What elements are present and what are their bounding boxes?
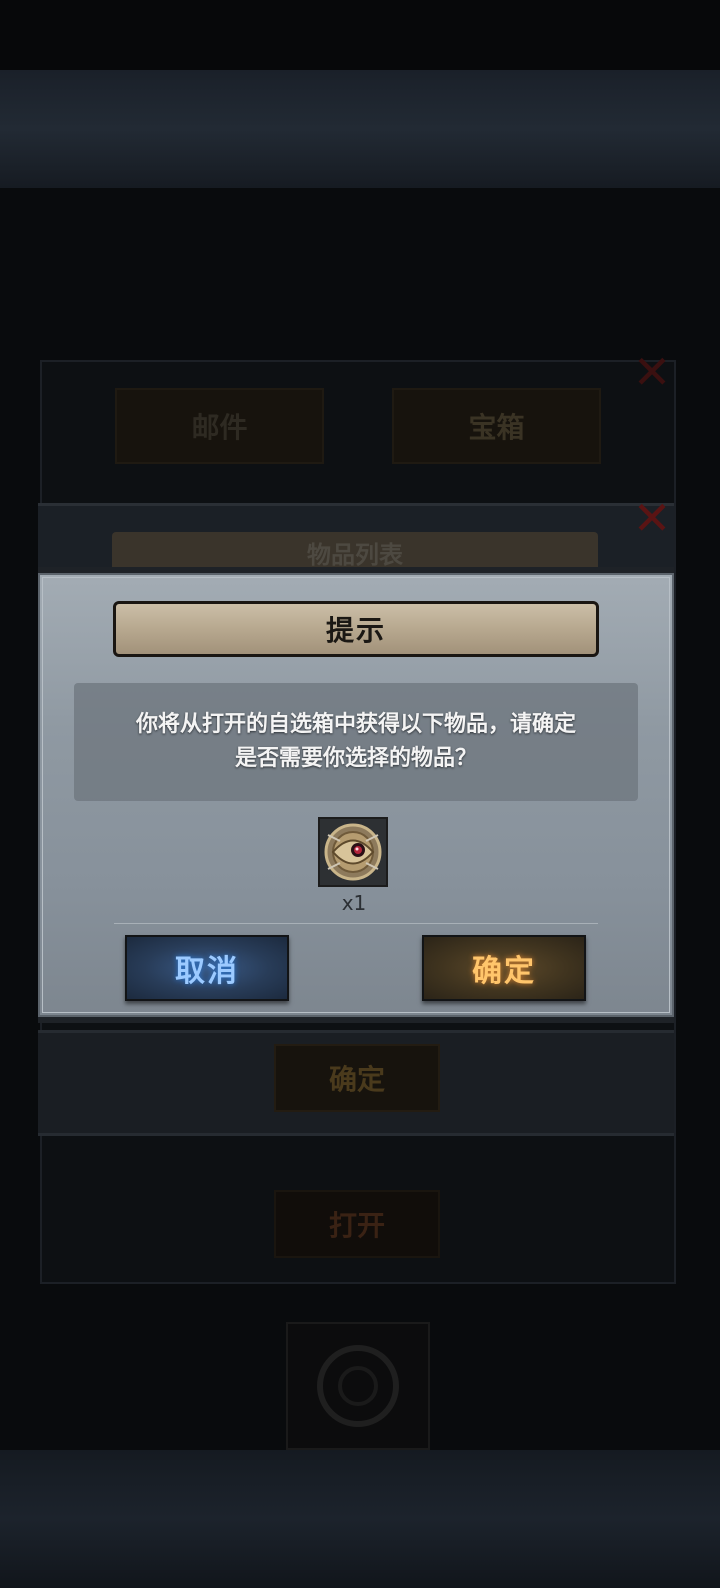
reward-item-slot[interactable] bbox=[318, 817, 388, 887]
chest-icon bbox=[286, 1322, 430, 1450]
item-list-close-icon: ✕ bbox=[632, 491, 672, 545]
dialog-divider bbox=[114, 923, 598, 924]
background-confirm-button: 确定 bbox=[274, 1044, 440, 1112]
cancel-button[interactable]: 取消 bbox=[125, 935, 289, 1001]
dialog-message-line-2: 是否需要你选择的物品？ bbox=[234, 746, 477, 771]
ornate-shield-icon bbox=[320, 819, 386, 885]
dialog-message-box: 你将从打开的自选箱中获得以下物品，请确定 是否需要你选择的物品？ bbox=[74, 683, 638, 801]
bottom-band bbox=[0, 1450, 720, 1588]
dialog-title: 提示 bbox=[325, 614, 386, 647]
dialog-message-line-1: 你将从打开的自选箱中获得以下物品，请确定 bbox=[135, 712, 576, 737]
dialog-title-banner: 提示 bbox=[113, 601, 599, 657]
reward-item-count: x1 bbox=[341, 891, 367, 915]
tab-chest: 宝箱 bbox=[392, 388, 601, 464]
confirm-dialog: 提示 你将从打开的自选箱中获得以下物品，请确定 是否需要你选择的物品？ x1 取… bbox=[38, 567, 674, 1023]
top-header-band bbox=[0, 70, 720, 188]
background-open-button: 打开 bbox=[274, 1190, 440, 1258]
game-screen: 邮件 宝箱 ✕ 物品列表 ✕ 确定 打开 提示 你将从打开的自选箱中获得以下物品… bbox=[0, 0, 720, 1588]
confirm-button-label: 确定 bbox=[472, 954, 536, 989]
tab-mail: 邮件 bbox=[115, 388, 324, 464]
background-close-icon: ✕ bbox=[632, 345, 672, 399]
confirm-button[interactable]: 确定 bbox=[422, 935, 586, 1001]
cancel-button-label: 取消 bbox=[175, 954, 239, 989]
top-status-strip bbox=[0, 0, 720, 70]
